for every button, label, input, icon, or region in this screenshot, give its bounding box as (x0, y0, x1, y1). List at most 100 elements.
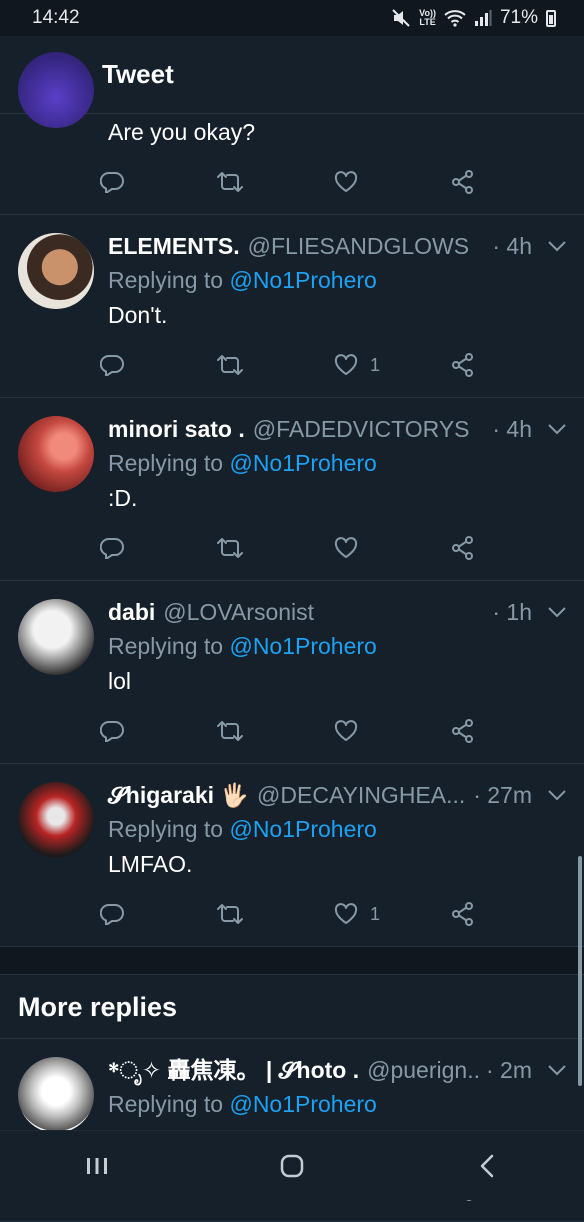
replying-to: Replying to @No1Prohero (108, 1091, 377, 1117)
avatar[interactable] (18, 599, 94, 675)
reply-button[interactable] (100, 720, 217, 742)
mention-link[interactable]: @No1Prohero (229, 633, 376, 659)
tweet-partial[interactable]: Are you okay? (0, 52, 584, 215)
tweet-actions: 1 (100, 882, 568, 946)
user-handle[interactable]: @FLIESANDGLOWS (248, 229, 487, 263)
chevron-down-icon[interactable] (546, 606, 568, 618)
retweet-button[interactable] (217, 903, 334, 925)
scrollbar[interactable] (578, 856, 582, 1086)
tweet-header: 𝓢higaraki 🖐🏻 @DECAYINGHEA... · 27m (108, 778, 568, 812)
tweet[interactable]: minori sato . @FADEDVICTORYS · 4h Replyi… (0, 398, 584, 581)
tweet-actions (100, 699, 568, 763)
more-replies-heading: More replies (0, 975, 584, 1039)
tweet-time: · 2m (486, 1057, 532, 1083)
tweet-body: :D. (108, 485, 138, 511)
reply-button[interactable] (100, 171, 217, 193)
tweet[interactable]: 𝓢higaraki 🖐🏻 @DECAYINGHEA... · 27m Reply… (0, 764, 584, 947)
tweet-header: *ೃ✧ 轟焦凍。 | 𝓢hoto . @puerign... · 2m (108, 1053, 568, 1087)
tweet-header: dabi @LOVArsonist · 1h (108, 595, 568, 629)
retweet-icon (217, 721, 243, 741)
user-handle[interactable]: @puerign... (367, 1053, 480, 1087)
tweet-time: · 4h (492, 233, 532, 259)
user-handle[interactable]: @FADEDVICTORYS (253, 412, 487, 446)
chevron-down-icon[interactable] (546, 1064, 568, 1076)
status-time: 14:42 (32, 7, 80, 28)
chevron-down-icon[interactable] (546, 789, 568, 801)
mention-link[interactable]: @No1Prohero (229, 1091, 376, 1117)
replying-to: Replying to @No1Prohero (108, 633, 377, 659)
heart-icon (334, 537, 358, 558)
display-name[interactable]: dabi (108, 595, 155, 629)
share-button[interactable] (451, 902, 568, 926)
share-button[interactable] (451, 536, 568, 560)
like-button[interactable] (334, 720, 451, 742)
tweet-header: ELEMENTS. @FLIESANDGLOWS · 4h (108, 229, 568, 263)
wifi-icon (444, 10, 466, 27)
reply-button[interactable] (100, 537, 217, 559)
reply-icon (100, 720, 124, 742)
share-button[interactable] (451, 719, 568, 743)
like-button[interactable]: 1 (334, 903, 451, 925)
reply-feed: Are you okay? ELEMENTS. @FLIESANDGLOWS ·… (0, 52, 584, 1222)
tweet[interactable]: ELEMENTS. @FLIESANDGLOWS · 4h Replying t… (0, 215, 584, 398)
share-button[interactable] (451, 170, 568, 194)
system-back-button[interactable] (437, 1131, 537, 1201)
reply-button[interactable] (100, 903, 217, 925)
replying-to: Replying to @No1Prohero (108, 816, 377, 842)
retweet-icon (217, 904, 243, 924)
retweet-button[interactable] (217, 171, 334, 193)
tweet-actions (100, 150, 568, 214)
like-button[interactable] (334, 537, 451, 559)
share-button[interactable] (451, 353, 568, 377)
share-icon (452, 902, 473, 926)
like-button[interactable]: 1 (334, 354, 451, 376)
avatar[interactable] (18, 233, 94, 309)
chevron-down-icon[interactable] (546, 240, 568, 252)
tweet[interactable]: dabi @LOVArsonist · 1h Replying to @No1P… (0, 581, 584, 764)
avatar[interactable] (18, 1057, 94, 1133)
chevron-down-icon[interactable] (546, 423, 568, 435)
lte-indicator: Vo)) LTE (419, 8, 436, 27)
tweet-time: · 1h (492, 599, 532, 625)
reply-icon (100, 171, 124, 193)
like-button[interactable] (334, 171, 451, 193)
tweet-body: Don't. (108, 302, 168, 328)
avatar[interactable] (18, 52, 94, 128)
reply-icon (100, 537, 124, 559)
user-handle[interactable]: @DECAYINGHEA... (257, 778, 467, 812)
tweet-time: · 4h (492, 416, 532, 442)
replying-to: Replying to @No1Prohero (108, 267, 377, 293)
home-button[interactable] (242, 1131, 342, 1201)
user-handle[interactable]: @LOVArsonist (163, 595, 486, 629)
mention-link[interactable]: @No1Prohero (229, 816, 376, 842)
retweet-button[interactable] (217, 537, 334, 559)
display-name[interactable]: ELEMENTS. (108, 229, 240, 263)
reply-icon (100, 903, 124, 925)
recent-apps-button[interactable] (47, 1131, 147, 1201)
retweet-icon (217, 355, 243, 375)
display-name[interactable]: 𝓢higaraki 🖐🏻 (108, 778, 249, 812)
tweet-time: · 27m (473, 782, 532, 808)
mention-link[interactable]: @No1Prohero (229, 450, 376, 476)
reply-button[interactable] (100, 354, 217, 376)
like-count: 1 (370, 354, 381, 375)
avatar[interactable] (18, 782, 94, 858)
retweet-icon (217, 172, 243, 192)
share-icon (452, 353, 473, 377)
mute-icon (392, 9, 410, 27)
signal-icon (474, 10, 492, 26)
retweet-icon (217, 538, 243, 558)
home-icon (280, 1154, 304, 1177)
system-nav-bar (0, 1130, 584, 1200)
retweet-button[interactable] (217, 354, 334, 376)
share-icon (452, 719, 473, 743)
tweet-body: LMFAO. (108, 851, 193, 877)
mention-link[interactable]: @No1Prohero (229, 267, 376, 293)
display-name[interactable]: *ೃ✧ 轟焦凍。 | 𝓢hoto . (108, 1053, 359, 1087)
status-icons: Vo)) LTE 71% (391, 7, 556, 29)
display-name[interactable]: minori sato . (108, 412, 245, 446)
retweet-button[interactable] (217, 720, 334, 742)
avatar[interactable] (18, 416, 94, 492)
tweet-body: Are you okay? (108, 119, 256, 145)
heart-icon (334, 171, 358, 192)
